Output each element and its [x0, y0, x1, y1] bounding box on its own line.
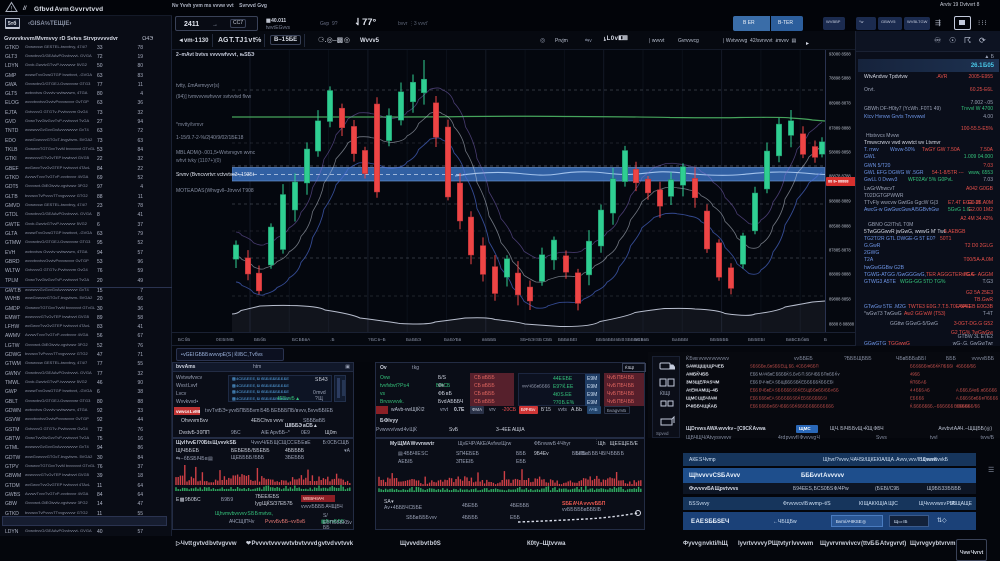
svg-text:ЌІЩІ: ЌІЩІ	[660, 390, 670, 397]
